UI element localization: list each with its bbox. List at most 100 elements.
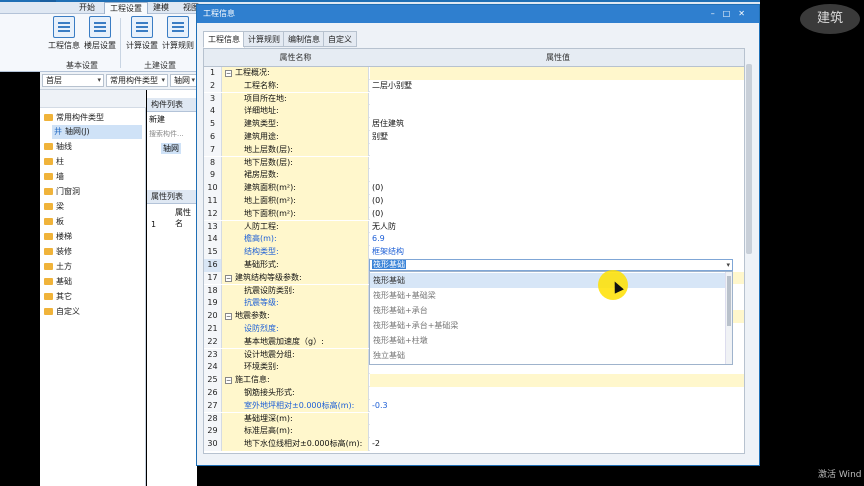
- property-value-cell[interactable]: [370, 387, 744, 400]
- collapse-icon[interactable]: −: [225, 70, 232, 77]
- property-name-cell: 基本地震加速度（g）:: [222, 335, 369, 349]
- dropdown-option[interactable]: 独立基础: [370, 348, 726, 363]
- tab-project-info[interactable]: 工程信息: [203, 31, 245, 48]
- nav-item[interactable]: 梁: [44, 200, 64, 214]
- nav-item[interactable]: 柱: [44, 155, 64, 169]
- grid-row[interactable]: 26 钢筋接头形式:: [204, 387, 744, 400]
- floor-select[interactable]: 首层: [42, 74, 104, 87]
- component-search-input[interactable]: 搜索构件...: [149, 129, 184, 139]
- grid-row[interactable]: 29 标准层高(m):: [204, 425, 744, 438]
- grid-row[interactable]: 11 地上面积(m²): (0): [204, 195, 744, 208]
- nav-root[interactable]: 常用构件类型: [44, 111, 104, 125]
- floor-settings-button[interactable]: 楼层设置: [82, 16, 118, 56]
- component-item[interactable]: 轴网: [161, 143, 181, 154]
- grid-row[interactable]: 9 裙房层数:: [204, 169, 744, 182]
- property-value-cell[interactable]: [370, 412, 744, 426]
- grid-row[interactable]: 10 建筑面积(m²): (0): [204, 182, 744, 195]
- property-value-cell[interactable]: [370, 105, 744, 118]
- grid-row[interactable]: 2 工程名称: 二层小别墅: [204, 79, 744, 93]
- property-value-cell[interactable]: 6.9: [370, 233, 744, 246]
- nav-item-axis-grid[interactable]: 井轴网(J): [52, 125, 142, 139]
- tab-compile-info[interactable]: 编制信息: [283, 31, 325, 47]
- nav-item[interactable]: 装修: [44, 245, 72, 259]
- maximize-icon[interactable]: □: [723, 9, 739, 18]
- grid-group-row[interactable]: 1− 工程概况:: [204, 67, 744, 80]
- nav-item[interactable]: 墙: [44, 170, 64, 184]
- property-value-cell[interactable]: 别墅: [370, 131, 744, 144]
- nav-item[interactable]: 楼梯: [44, 230, 72, 244]
- tab-modeling[interactable]: 建模: [148, 2, 174, 14]
- grid-row[interactable]: 5 建筑类型: 居住建筑: [204, 118, 744, 131]
- close-icon[interactable]: ✕: [738, 9, 753, 18]
- axis-select[interactable]: 轴网: [170, 74, 198, 87]
- property-value-cell[interactable]: (0): [370, 207, 744, 221]
- property-value-cell[interactable]: -0.3: [370, 399, 744, 413]
- grid-row[interactable]: 30 地下水位线相对±0.000标高(m): -2: [204, 438, 744, 451]
- tab-start[interactable]: 开始: [74, 2, 100, 14]
- grid-scroll-thumb[interactable]: [746, 64, 752, 254]
- collapse-icon[interactable]: −: [225, 313, 232, 321]
- nav-item-label: 其它: [56, 292, 72, 301]
- project-info-button[interactable]: 工程信息: [46, 16, 82, 56]
- dropdown-option[interactable]: 筏形基础+承台+基础梁: [370, 318, 726, 333]
- collapse-icon[interactable]: −: [225, 274, 232, 282]
- grid-row[interactable]: 27 室外地坪相对±0.000标高(m): -0.3: [204, 399, 744, 413]
- dropdown-option[interactable]: 筏形基础: [370, 273, 726, 288]
- property-value-cell[interactable]: (0): [370, 195, 744, 208]
- grid-row[interactable]: 12 地下面积(m²): (0): [204, 207, 744, 221]
- property-value-cell[interactable]: [370, 92, 744, 106]
- project-info-icon: [53, 16, 75, 38]
- dropdown-option[interactable]: 筏形基础+基础梁: [370, 288, 726, 303]
- row-number: 29: [204, 425, 222, 438]
- property-value-cell[interactable]: 无人防: [370, 220, 744, 234]
- dropdown-option[interactable]: 筏形基础+承台: [370, 303, 726, 318]
- grid-row[interactable]: 4 详细地址:: [204, 105, 744, 118]
- nav-item[interactable]: 土方: [44, 260, 72, 274]
- property-value-cell[interactable]: [370, 374, 744, 387]
- nav-item[interactable]: 板: [44, 215, 64, 229]
- property-value-cell[interactable]: [370, 425, 744, 438]
- property-name-cell: 室外地坪相对±0.000标高(m):: [222, 399, 369, 413]
- property-value-cell[interactable]: [370, 169, 744, 182]
- nav-item[interactable]: 门窗洞: [44, 185, 80, 199]
- grid-row[interactable]: 8 地下层数(层):: [204, 156, 744, 170]
- tab-project-settings[interactable]: 工程设置: [104, 2, 148, 14]
- property-value-cell[interactable]: 框架结构: [370, 246, 744, 259]
- property-value-cell[interactable]: -2: [370, 438, 744, 451]
- nav-item[interactable]: 自定义: [44, 305, 80, 319]
- property-value-cell[interactable]: 居住建筑: [370, 118, 744, 131]
- new-component-button[interactable]: 新建: [149, 114, 165, 125]
- grid-scrollbar[interactable]: [745, 48, 754, 454]
- grid-row[interactable]: 15 结构类型: 框架结构: [204, 246, 744, 259]
- tab-calc-rules[interactable]: 计算规则: [243, 31, 285, 47]
- dropdown-scrollbar[interactable]: [725, 272, 732, 364]
- foundation-type-select[interactable]: 筏形基础: [369, 259, 733, 271]
- nav-item[interactable]: 基础: [44, 275, 72, 289]
- nav-item[interactable]: 轴线: [44, 140, 72, 154]
- grid-row[interactable]: 28 基础埋深(m):: [204, 412, 744, 426]
- nav-item[interactable]: 其它: [44, 290, 72, 304]
- dropdown-scroll-thumb[interactable]: [727, 276, 731, 326]
- calc-settings-button[interactable]: 计算设置: [124, 16, 160, 56]
- grid-row[interactable]: 3 项目所在地:: [204, 92, 744, 106]
- minimize-icon[interactable]: –: [711, 9, 723, 18]
- property-name: 设计地震分组:: [244, 349, 295, 359]
- dropdown-option[interactable]: 筏形基础+柱墩: [370, 333, 726, 348]
- property-value-cell[interactable]: (0): [370, 182, 744, 195]
- folder-icon: [44, 203, 53, 210]
- property-value-cell[interactable]: [370, 143, 744, 157]
- collapse-icon[interactable]: −: [225, 377, 232, 385]
- grid-row[interactable]: 6 建筑用途: 别墅: [204, 131, 744, 144]
- grid-row[interactable]: 13 人防工程: 无人防: [204, 220, 744, 234]
- grid-group-row[interactable]: 25− 施工信息:: [204, 374, 744, 387]
- property-name: 施工信息:: [235, 375, 270, 385]
- grid-row[interactable]: 14 檐高(m): 6.9: [204, 233, 744, 246]
- tab-custom[interactable]: 自定义: [323, 31, 357, 47]
- type-select[interactable]: 常用构件类型: [106, 74, 168, 87]
- calc-rules-button[interactable]: 计算规则: [160, 16, 196, 56]
- drawing-canvas[interactable]: [760, 0, 864, 486]
- grid-row[interactable]: 7 地上层数(层):: [204, 143, 744, 157]
- property-value-cell[interactable]: 二层小别墅: [370, 79, 744, 93]
- property-value-cell[interactable]: [370, 67, 744, 80]
- property-value-cell[interactable]: [370, 156, 744, 170]
